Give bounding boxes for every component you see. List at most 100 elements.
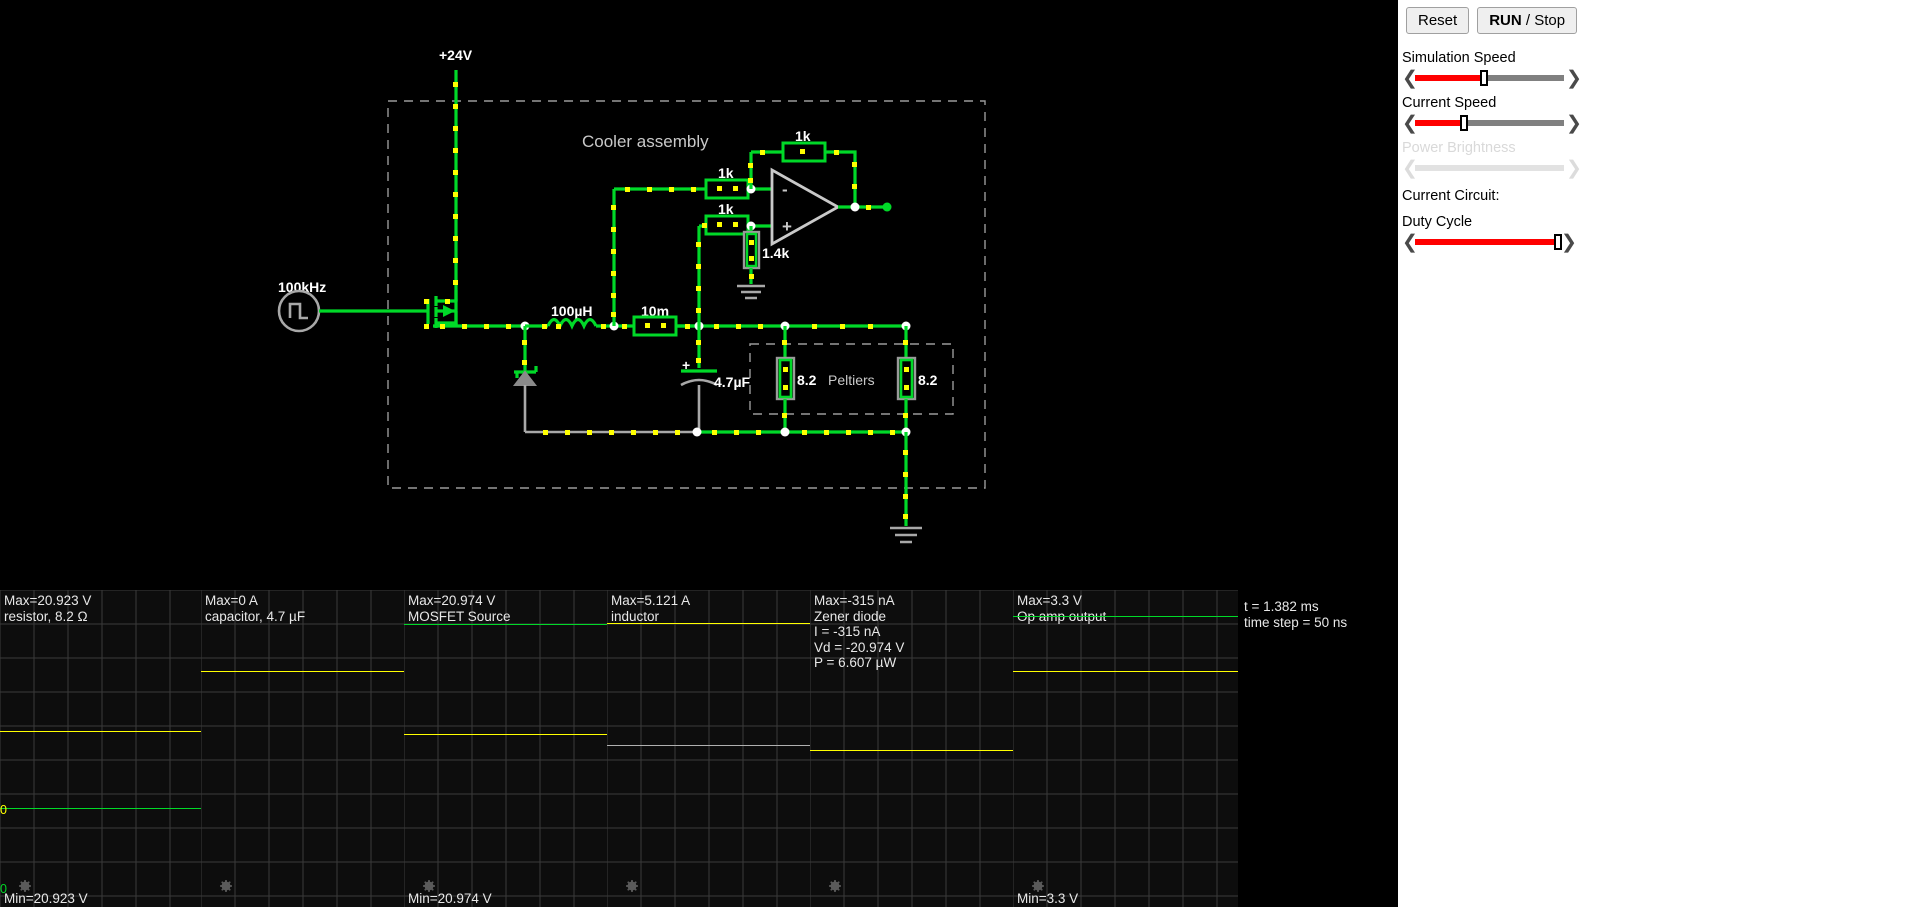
node-opamp-output [850, 202, 860, 212]
scope-min-label: Min=20.974 V [408, 890, 492, 906]
node-return-p1 [780, 427, 790, 437]
inductor-symbol[interactable] [546, 317, 598, 330]
scope-info: Max=0 Acapacitor, 4.7 µF [205, 593, 305, 624]
capacitor[interactable] [680, 369, 718, 387]
sense-resistor[interactable] [632, 315, 678, 337]
slider-fill [1415, 239, 1558, 245]
scope-info: Max=20.974 V MOSFET Source [408, 593, 511, 624]
chevron-left-icon: ❮ [1402, 157, 1418, 179]
run-label: RUN [1489, 12, 1522, 29]
opamp-output-terminal [882, 202, 892, 212]
circuit-schematic[interactable]: .w{stroke:#00d928;stroke-width:3.2;fill:… [0, 0, 1398, 590]
scope-panel[interactable]: Max=20.923 Vresistor, 8.2 Ω 0 0 Min=20.923 … [0, 590, 201, 907]
op-amp[interactable]: - + [770, 167, 841, 247]
opamp-minus-sign: - [782, 180, 788, 199]
slider-track[interactable] [1415, 115, 1564, 131]
stop-label: / Stop [1521, 12, 1566, 29]
scope-trace [0, 808, 201, 809]
slider-track[interactable] [1415, 234, 1562, 250]
scope-trace [404, 624, 607, 625]
slider-fill [1415, 75, 1484, 81]
scope-min-label: Min=20.923 V [4, 890, 88, 906]
source-frequency-label: 100kHz [278, 279, 326, 295]
scope-info-line: Max=3.3 V [1017, 593, 1082, 608]
run-stop-button[interactable]: RUN / Stop [1477, 7, 1578, 34]
mosfet-arrow [443, 305, 455, 317]
duty-cycle-label: Duty Cycle [1402, 214, 1473, 230]
scope-panel[interactable]: Max=-315 nA Zener diode I = -315 nA Vd = -2… [810, 590, 1013, 907]
chevron-left-icon[interactable]: ❮ [1402, 69, 1418, 88]
mosfet[interactable] [426, 290, 458, 328]
slider-track[interactable] [1415, 70, 1564, 86]
time-readout: t = 1.382 ms time step = 50 ns [1238, 590, 1398, 907]
scope-panel[interactable]: Max=0 Acapacitor, 4.7 µF [201, 590, 404, 907]
scope-info-line: Max=20.974 V [408, 593, 496, 608]
opamp-rin-minus[interactable] [704, 178, 750, 200]
scope-trace [1013, 671, 1238, 672]
scope-panel[interactable]: Max=20.974 V MOSFET Source Min=20.974 V [404, 590, 607, 907]
capacitor-label: 4.7µF [714, 374, 751, 390]
scope-zero-label: 0 [0, 803, 7, 817]
current-speed-label: Current Speed [1402, 95, 1497, 111]
scope-trace [201, 671, 404, 672]
inductor-label: 100µH [551, 303, 593, 319]
chevron-right-icon[interactable]: ❯ [1566, 114, 1582, 133]
scope-info-line: Max=5.121 A [611, 593, 691, 608]
slider-knob[interactable] [1479, 70, 1488, 86]
scope-info-line: MOSFET Source [408, 608, 511, 624]
slider-track [1415, 165, 1564, 171]
scope-info-line: capacitor, 4.7 µF [205, 608, 306, 624]
cooler-assembly-boundary [387, 100, 986, 489]
zener-diode[interactable] [512, 366, 538, 432]
control-panel: Reset RUN / Stop Simulation Speed ❮ ❯ Cu… [1398, 0, 1920, 907]
scope-trace [810, 750, 1013, 751]
circuit-canvas[interactable]: .w{stroke:#00d928;stroke-width:3.2;fill:… [0, 0, 1398, 590]
chevron-right-icon[interactable]: ❯ [1561, 233, 1577, 252]
chevron-left-icon[interactable]: ❮ [1402, 233, 1418, 252]
cooler-assembly-label: Cooler assembly [582, 132, 709, 151]
gear-icon[interactable] [217, 877, 235, 895]
duty-cycle-control[interactable]: Duty Cycle ❮ ❯ [1402, 214, 1577, 253]
ground-symbol-opamp [737, 284, 765, 300]
simulation-speed-control[interactable]: Simulation Speed ❮ ❯ [1402, 50, 1582, 89]
square-wave-glyph [288, 302, 308, 320]
gear-icon[interactable] [623, 877, 641, 895]
node-return-cap [692, 427, 702, 437]
scope-strip: Max=20.923 Vresistor, 8.2 Ω 0 0 Min=20.923 … [0, 590, 1398, 907]
opamp-rin-plus[interactable] [704, 214, 750, 236]
ground-symbol-main [890, 526, 922, 544]
slider-knob[interactable] [1460, 115, 1469, 131]
scope-trace [404, 734, 607, 735]
slider-knob[interactable] [1553, 234, 1562, 250]
scope-info-line: P = 6.607 µW [814, 655, 897, 670]
time-value: t = 1.382 ms [1244, 599, 1319, 614]
chevron-left-icon[interactable]: ❮ [1402, 114, 1418, 133]
scope-info-line: resistor, 8.2 Ω [4, 608, 88, 624]
current-speed-slider[interactable]: ❮ ❯ [1402, 112, 1582, 134]
chevron-right-icon[interactable]: ❯ [1566, 69, 1582, 88]
duty-cycle-slider[interactable]: ❮ ❯ [1402, 231, 1577, 253]
opamp-plus-sign: + [782, 217, 792, 236]
scope-info: Max=3.3 V Op amp output [1017, 593, 1106, 624]
peltiers-label: Peltiers [828, 372, 875, 388]
current-circuit-label: Current Circuit: [1402, 188, 1500, 204]
opamp-fb-right-wire [825, 150, 857, 207]
scope-panel[interactable]: Max=3.3 V Op amp output Min=3.3 V [1013, 590, 1238, 907]
simulation-speed-label: Simulation Speed [1402, 50, 1516, 66]
current-speed-control[interactable]: Current Speed ❮ ❯ [1402, 95, 1582, 134]
scope-info-line: inductor [611, 608, 660, 624]
scope-panel[interactable]: Max=5.121 Ainductor [607, 590, 810, 907]
chevron-right-icon: ❯ [1566, 157, 1582, 179]
gear-icon[interactable] [826, 877, 844, 895]
scope-info-line: I = -315 nA [814, 624, 881, 639]
scope-info: Max=5.121 Ainductor [611, 593, 690, 624]
scope-info: Max=-315 nA Zener diode I = -315 nA Vd = -2… [814, 593, 904, 671]
simulation-speed-slider[interactable]: ❮ ❯ [1402, 67, 1582, 89]
scope-trace [607, 745, 810, 746]
peltier-resistor-2-label: 8.2 [918, 372, 938, 388]
app-root: .w{stroke:#00d928;stroke-width:3.2;fill:… [0, 0, 1920, 907]
scope-info-line: Max=0 A [205, 593, 258, 608]
supply-label: +24V [439, 47, 473, 63]
opamp-rgnd-label: 1.4k [762, 245, 789, 261]
reset-button[interactable]: Reset [1406, 7, 1470, 34]
